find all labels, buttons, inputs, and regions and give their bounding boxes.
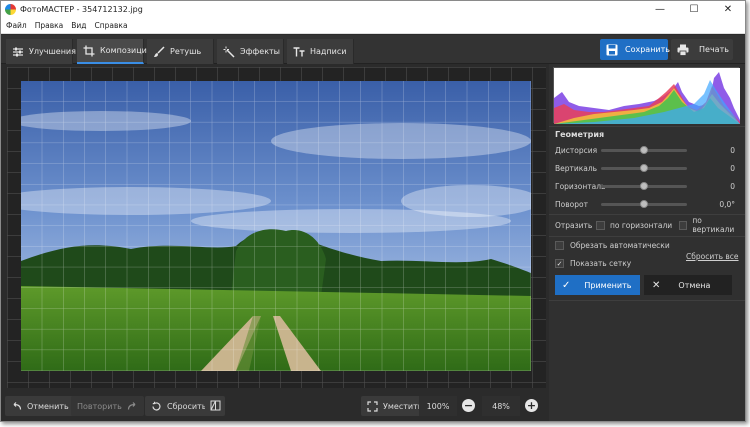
menu-bar: Файл Правка Вид Справка xyxy=(1,18,745,34)
sliders-icon xyxy=(12,46,24,58)
brush-icon xyxy=(153,45,165,58)
close-icon: ✕ xyxy=(652,279,661,291)
zoom-in-button[interactable]: + xyxy=(525,399,538,412)
save-label: Сохранить xyxy=(625,45,670,54)
flip-vertical-label: по вертикали xyxy=(692,216,735,234)
tab-retouch-label: Ретушь xyxy=(170,47,202,56)
auto-crop-row: Обрезать автоматически xyxy=(555,241,670,250)
zoom-out-button[interactable]: − xyxy=(462,399,475,412)
image-canvas[interactable] xyxy=(7,67,546,388)
app-logo-icon xyxy=(5,4,16,15)
horizontal-value: 0 xyxy=(730,181,735,191)
compare-button[interactable] xyxy=(205,396,225,416)
panel-divider xyxy=(549,236,745,237)
settings-panel: Геометрия Дисторсия 0 Вертикаль 0 Горизо… xyxy=(549,64,745,421)
vertical-value: 0 xyxy=(730,163,735,173)
fit-screen-icon xyxy=(367,400,378,412)
apply-button[interactable]: ✓ Применить xyxy=(555,275,640,295)
undo-label: Отменить xyxy=(27,401,69,411)
reset-all-link[interactable]: Сбросить все xyxy=(686,252,739,261)
tab-enhance[interactable]: Улучшения xyxy=(6,39,76,64)
window-title: ФотоМАСТЕР - 354712132.jpg xyxy=(20,5,143,14)
flip-horizontal-checkbox[interactable] xyxy=(596,220,605,230)
close-button[interactable]: ✕ xyxy=(711,1,745,18)
vertical-thumb[interactable] xyxy=(640,164,648,172)
print-button[interactable]: Печать xyxy=(671,39,733,60)
check-icon: ✓ xyxy=(562,279,571,291)
tab-effects[interactable]: Эффекты xyxy=(217,39,284,64)
slider-rotation: Поворот 0,0° xyxy=(555,198,741,210)
auto-crop-label: Обрезать автоматически xyxy=(570,241,670,250)
app-window: ФотоМАСТЕР - 354712132.jpg — ☐ ✕ Файл Пр… xyxy=(0,0,746,422)
printer-icon xyxy=(677,44,689,56)
distortion-value: 0 xyxy=(730,145,735,155)
undo-button[interactable]: Отменить xyxy=(5,396,75,416)
tab-composition[interactable]: Композиция xyxy=(77,39,152,64)
tab-composition-label: Композиция xyxy=(100,46,152,55)
title-bar: ФотоМАСТЕР - 354712132.jpg — ☐ ✕ xyxy=(1,1,745,18)
tab-text[interactable]: Надписи xyxy=(287,39,354,64)
panel-divider xyxy=(549,126,745,127)
menu-edit[interactable]: Правка xyxy=(32,21,67,30)
menu-view[interactable]: Вид xyxy=(68,21,89,30)
cancel-button[interactable]: ✕ Отмена xyxy=(644,275,732,295)
auto-crop-checkbox[interactable] xyxy=(555,241,564,250)
main-toolbar: Улучшения Композиция Ретушь Эффекты Надп… xyxy=(1,35,745,64)
slider-distortion: Дисторсия 0 xyxy=(555,144,741,156)
distortion-thumb[interactable] xyxy=(640,146,648,154)
slider-vertical: Вертикаль 0 xyxy=(555,162,741,174)
reset-button[interactable]: Сбросить xyxy=(145,396,213,416)
redo-arrow-icon xyxy=(127,401,138,412)
tab-retouch[interactable]: Ретушь xyxy=(147,39,214,64)
apply-label: Применить xyxy=(584,280,632,290)
magic-wand-icon xyxy=(223,46,235,58)
panel-divider xyxy=(549,300,745,301)
minimize-button[interactable]: — xyxy=(643,1,677,18)
tab-effects-label: Эффекты xyxy=(240,47,280,56)
zoom-100-button[interactable]: 100% xyxy=(419,396,457,416)
print-label: Печать xyxy=(699,45,729,54)
landscape-photo xyxy=(21,81,531,371)
zoom-level: 48% xyxy=(482,396,520,416)
show-grid-label: Показать сетку xyxy=(570,259,632,268)
redo-label: Повторить xyxy=(77,401,122,411)
save-button[interactable]: Сохранить xyxy=(600,39,670,60)
histogram xyxy=(553,67,740,124)
show-grid-row: ✓ Показать сетку xyxy=(555,259,631,268)
mirror-row: Отразить по горизонтали по вертикали xyxy=(555,216,745,234)
crop-icon xyxy=(83,45,95,57)
tab-text-label: Надписи xyxy=(310,47,347,56)
rotation-thumb[interactable] xyxy=(640,200,648,208)
histogram-graph xyxy=(554,68,740,124)
mirror-label: Отразить xyxy=(555,220,593,230)
flip-horizontal-label: по горизонтали xyxy=(609,220,673,230)
reset-label: Сбросить xyxy=(167,401,207,411)
geometry-title: Геометрия xyxy=(555,130,605,139)
menu-help[interactable]: Справка xyxy=(92,21,131,30)
bottom-toolbar: Отменить Повторить Сбросить Уместить 100 xyxy=(1,392,548,421)
flip-vertical-checkbox[interactable] xyxy=(678,220,688,230)
menu-file[interactable]: Файл xyxy=(3,21,30,30)
photo-preview[interactable] xyxy=(21,81,531,371)
slider-horizontal: Горизонталь 0 xyxy=(555,180,741,192)
fit-label: Уместить xyxy=(383,401,423,411)
text-icon xyxy=(293,46,305,58)
reset-icon xyxy=(151,401,162,412)
compare-icon xyxy=(210,400,221,413)
undo-arrow-icon xyxy=(11,401,22,412)
panel-divider xyxy=(549,214,745,215)
floppy-disk-icon xyxy=(606,44,618,56)
cancel-label: Отмена xyxy=(678,280,711,290)
tab-enhance-label: Улучшения xyxy=(29,47,76,56)
horizontal-thumb[interactable] xyxy=(640,182,648,190)
maximize-button[interactable]: ☐ xyxy=(677,1,711,18)
show-grid-checkbox[interactable]: ✓ xyxy=(555,259,564,268)
redo-button[interactable]: Повторить xyxy=(71,396,144,416)
rotation-value: 0,0° xyxy=(719,199,735,209)
